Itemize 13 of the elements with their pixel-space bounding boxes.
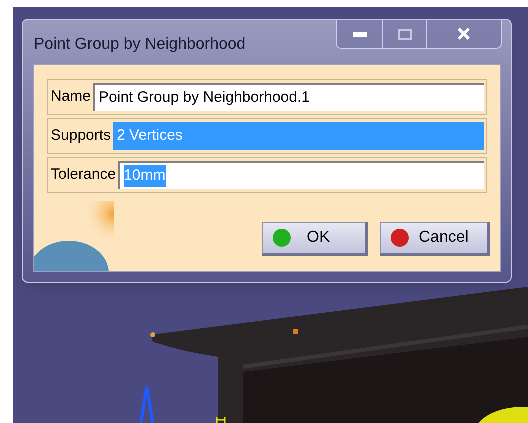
- input-field[interactable]: Point Group by Neighborhood.1: [93, 83, 484, 111]
- ball-icon: [391, 229, 409, 247]
- field-label: Tolerance: [50, 164, 118, 185]
- globe-logo-icon: [34, 201, 114, 271]
- minimize-icon: [352, 32, 366, 36]
- field-label: Supports: [50, 126, 112, 146]
- ball-icon: [273, 229, 291, 247]
- close-icon: [458, 28, 470, 40]
- window-title: Point Group by Neighborhood: [34, 35, 246, 55]
- dialog-button[interactable]: OK: [262, 222, 368, 256]
- field-label: Name: [50, 86, 92, 107]
- maximize-icon: [398, 28, 412, 40]
- dialog-button[interactable]: Cancel: [380, 222, 490, 256]
